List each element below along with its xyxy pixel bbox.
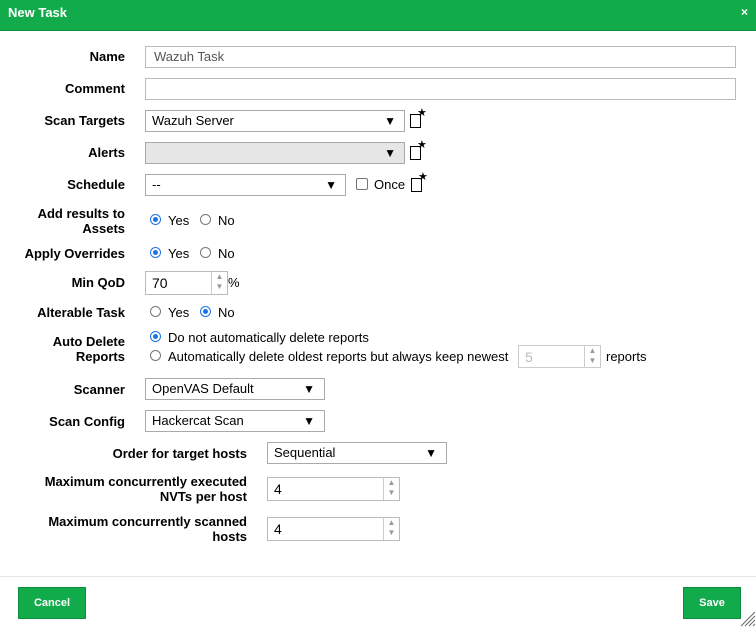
new-alert-icon[interactable]: ★ [410,140,427,160]
auto-delete-label: Auto Delete Reports [0,334,125,364]
spin-down-icon[interactable]: ▼ [212,282,227,292]
spin-up-icon[interactable]: ▲ [585,346,600,356]
max-hosts-label-line1: Maximum concurrently scanned [48,514,247,529]
add-results-label-line1: Add results to [37,206,125,221]
auto-delete-label-line2: Reports [75,349,125,364]
alerts-select[interactable]: ▼ [145,142,405,164]
alterable-no-radio[interactable] [200,306,211,317]
add-results-label: Add results to Assets [0,206,125,236]
auto-delete-none-radio[interactable] [150,331,161,342]
alterable-yes-radio[interactable] [150,306,161,317]
min-qod-unit: % [228,275,240,290]
close-icon[interactable]: × [741,5,748,19]
chevron-down-icon: ▼ [303,382,315,396]
add-results-yes-radio[interactable] [150,214,161,225]
scan-config-select[interactable]: Hackercat Scan ▼ [145,410,325,432]
star-icon: ★ [417,107,427,119]
min-qod-label: Min QoD [71,275,125,290]
min-qod-stepper[interactable]: 70 ▲ ▼ [145,271,228,295]
save-button[interactable]: Save [683,587,741,619]
max-nvts-label-line2: NVTs per host [159,489,247,504]
resize-grip-icon[interactable] [738,609,756,627]
auto-delete-none-label: Do not automatically delete reports [168,330,369,345]
scan-targets-value: Wazuh Server [152,113,234,128]
apply-overrides-yes-radio[interactable] [150,247,161,258]
max-hosts-label-line2: hosts [212,529,247,544]
apply-overrides-label: Apply Overrides [24,246,125,261]
new-schedule-icon[interactable]: ★ [411,172,428,192]
max-hosts-value: 4 [274,521,282,537]
alterable-yes-label: Yes [168,305,190,320]
once-label: Once [374,177,406,192]
star-icon: ★ [418,171,428,183]
dialog-title: New Task [8,5,68,20]
scanner-select[interactable]: OpenVAS Default ▼ [145,378,325,400]
alterable-task-label: Alterable Task [37,305,125,320]
order-hosts-select[interactable]: Sequential ▼ [267,442,447,464]
add-results-label-line2: Assets [82,221,125,236]
min-qod-value: 70 [152,275,168,291]
keep-reports-suffix: reports [606,349,647,364]
max-nvts-label-line1: Maximum concurrently executed [44,474,247,489]
spin-down-icon[interactable]: ▼ [384,528,399,538]
spin-up-icon[interactable]: ▲ [212,272,227,282]
max-hosts-stepper[interactable]: 4 ▲ ▼ [267,517,400,541]
auto-delete-keep-label: Automatically delete oldest reports but … [168,349,509,364]
scanner-value: OpenVAS Default [152,381,254,396]
star-icon: ★ [417,139,427,151]
spin-down-icon[interactable]: ▼ [585,356,600,366]
alerts-label: Alerts [88,145,125,160]
cancel-button[interactable]: Cancel [18,587,86,619]
new-target-icon[interactable]: ★ [410,108,427,128]
add-results-yes-label: Yes [168,213,190,228]
scan-targets-label: Scan Targets [44,113,125,128]
spinner-buttons[interactable]: ▲ ▼ [584,346,600,367]
name-label: Name [89,49,125,64]
schedule-value: -- [152,177,161,192]
order-hosts-value: Sequential [274,445,336,460]
once-checkbox[interactable] [356,178,368,190]
spinner-buttons[interactable]: ▲ ▼ [383,518,399,540]
scan-targets-select[interactable]: Wazuh Server ▼ [145,110,405,132]
max-nvts-stepper[interactable]: 4 ▲ ▼ [267,477,400,501]
chevron-down-icon: ▼ [384,114,396,128]
schedule-label: Schedule [67,177,125,192]
apply-overrides-no-radio[interactable] [200,247,211,258]
add-results-no-label: No [218,213,235,228]
apply-overrides-yes-label: Yes [168,246,190,261]
order-hosts-label: Order for target hosts [112,446,247,461]
keep-reports-stepper[interactable]: 5 ▲ ▼ [518,345,601,368]
dialog-titlebar: New Task × [0,0,756,31]
schedule-select[interactable]: -- ▼ [145,174,346,196]
max-hosts-label: Maximum concurrently scanned hosts [0,514,247,544]
spinner-buttons[interactable]: ▲ ▼ [383,478,399,500]
scanner-label: Scanner [73,382,125,397]
footer-divider [0,576,756,577]
add-results-no-radio[interactable] [200,214,211,225]
chevron-down-icon: ▼ [303,414,315,428]
spin-up-icon[interactable]: ▲ [384,518,399,528]
apply-overrides-no-label: No [218,246,235,261]
comment-input[interactable] [145,78,736,100]
chevron-down-icon: ▼ [325,178,337,192]
scan-config-value: Hackercat Scan [152,413,244,428]
spin-up-icon[interactable]: ▲ [384,478,399,488]
max-nvts-label: Maximum concurrently executed NVTs per h… [0,474,247,504]
name-input[interactable]: Wazuh Task [145,46,736,68]
max-nvts-value: 4 [274,481,282,497]
chevron-down-icon: ▼ [384,146,396,160]
chevron-down-icon: ▼ [425,446,437,460]
spin-down-icon[interactable]: ▼ [384,488,399,498]
auto-delete-label-line1: Auto Delete [52,334,125,349]
alterable-no-label: No [218,305,235,320]
scan-config-label: Scan Config [49,414,125,429]
spinner-buttons[interactable]: ▲ ▼ [211,272,227,294]
comment-label: Comment [65,81,125,96]
auto-delete-keep-radio[interactable] [150,350,161,361]
keep-reports-value: 5 [525,349,533,365]
